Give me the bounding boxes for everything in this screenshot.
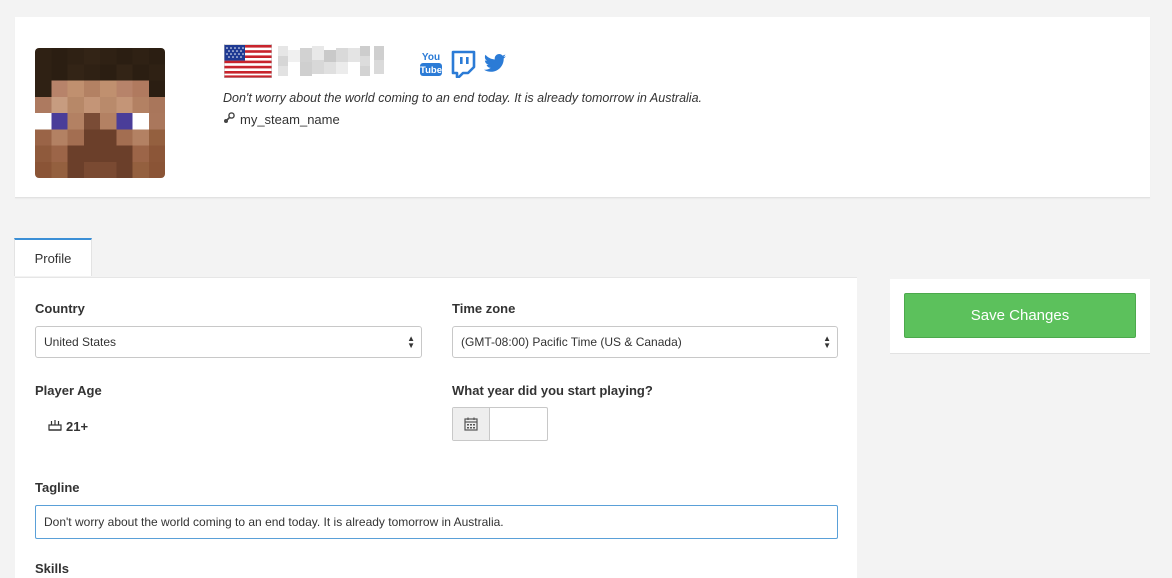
tab-profile[interactable]: Profile [14,238,92,276]
timezone-label: Time zone [452,301,516,316]
timezone-value: (GMT-08:00) Pacific Time (US & Canada) [461,335,682,349]
start-year-picker[interactable] [452,407,548,441]
player-age-text: 21+ [66,419,89,434]
avatar [35,48,165,178]
tagline-input[interactable]: Don't worry about the world coming to an… [35,505,838,539]
steam-name-line: my_steam_name [223,112,340,127]
country-value: United States [44,335,117,349]
social-links: You Tube [419,50,507,83]
svg-text:Tube: Tube [420,65,442,76]
profile-header-card: You Tube Don't worry about the world com… [15,17,1150,198]
steam-icon [223,112,235,127]
birthday-cake-icon [48,419,62,434]
country-select[interactable]: United States ▲ ▼ [35,326,422,358]
skills-label: Skills [35,561,69,576]
tagline-label: Tagline [35,480,80,495]
profile-form: Country United States ▲ ▼ Time zone (GMT-… [15,277,857,578]
us-flag-icon [223,43,273,83]
timezone-select[interactable]: (GMT-08:00) Pacific Time (US & Canada) ▲… [452,326,838,358]
steam-name: my_steam_name [240,112,340,127]
start-year-input[interactable] [490,408,547,440]
player-age-value: 21+ [48,419,88,434]
select-arrows-icon: ▲ ▼ [823,334,831,350]
profile-tagline: Don't worry about the world coming to an… [223,91,703,105]
svg-text:You: You [422,52,440,63]
start-year-label: What year did you start playing? [452,383,653,398]
youtube-icon[interactable]: You Tube [419,50,443,83]
player-age-label: Player Age [35,383,102,398]
username-blurred [278,42,390,80]
select-arrows-icon: ▲ ▼ [407,334,415,350]
actions-card: Save Changes [890,279,1150,354]
twitter-icon[interactable] [483,53,507,80]
country-label: Country [35,301,85,316]
twitch-icon[interactable] [450,50,476,83]
calendar-icon[interactable] [453,408,490,440]
save-changes-button[interactable]: Save Changes [904,293,1136,338]
